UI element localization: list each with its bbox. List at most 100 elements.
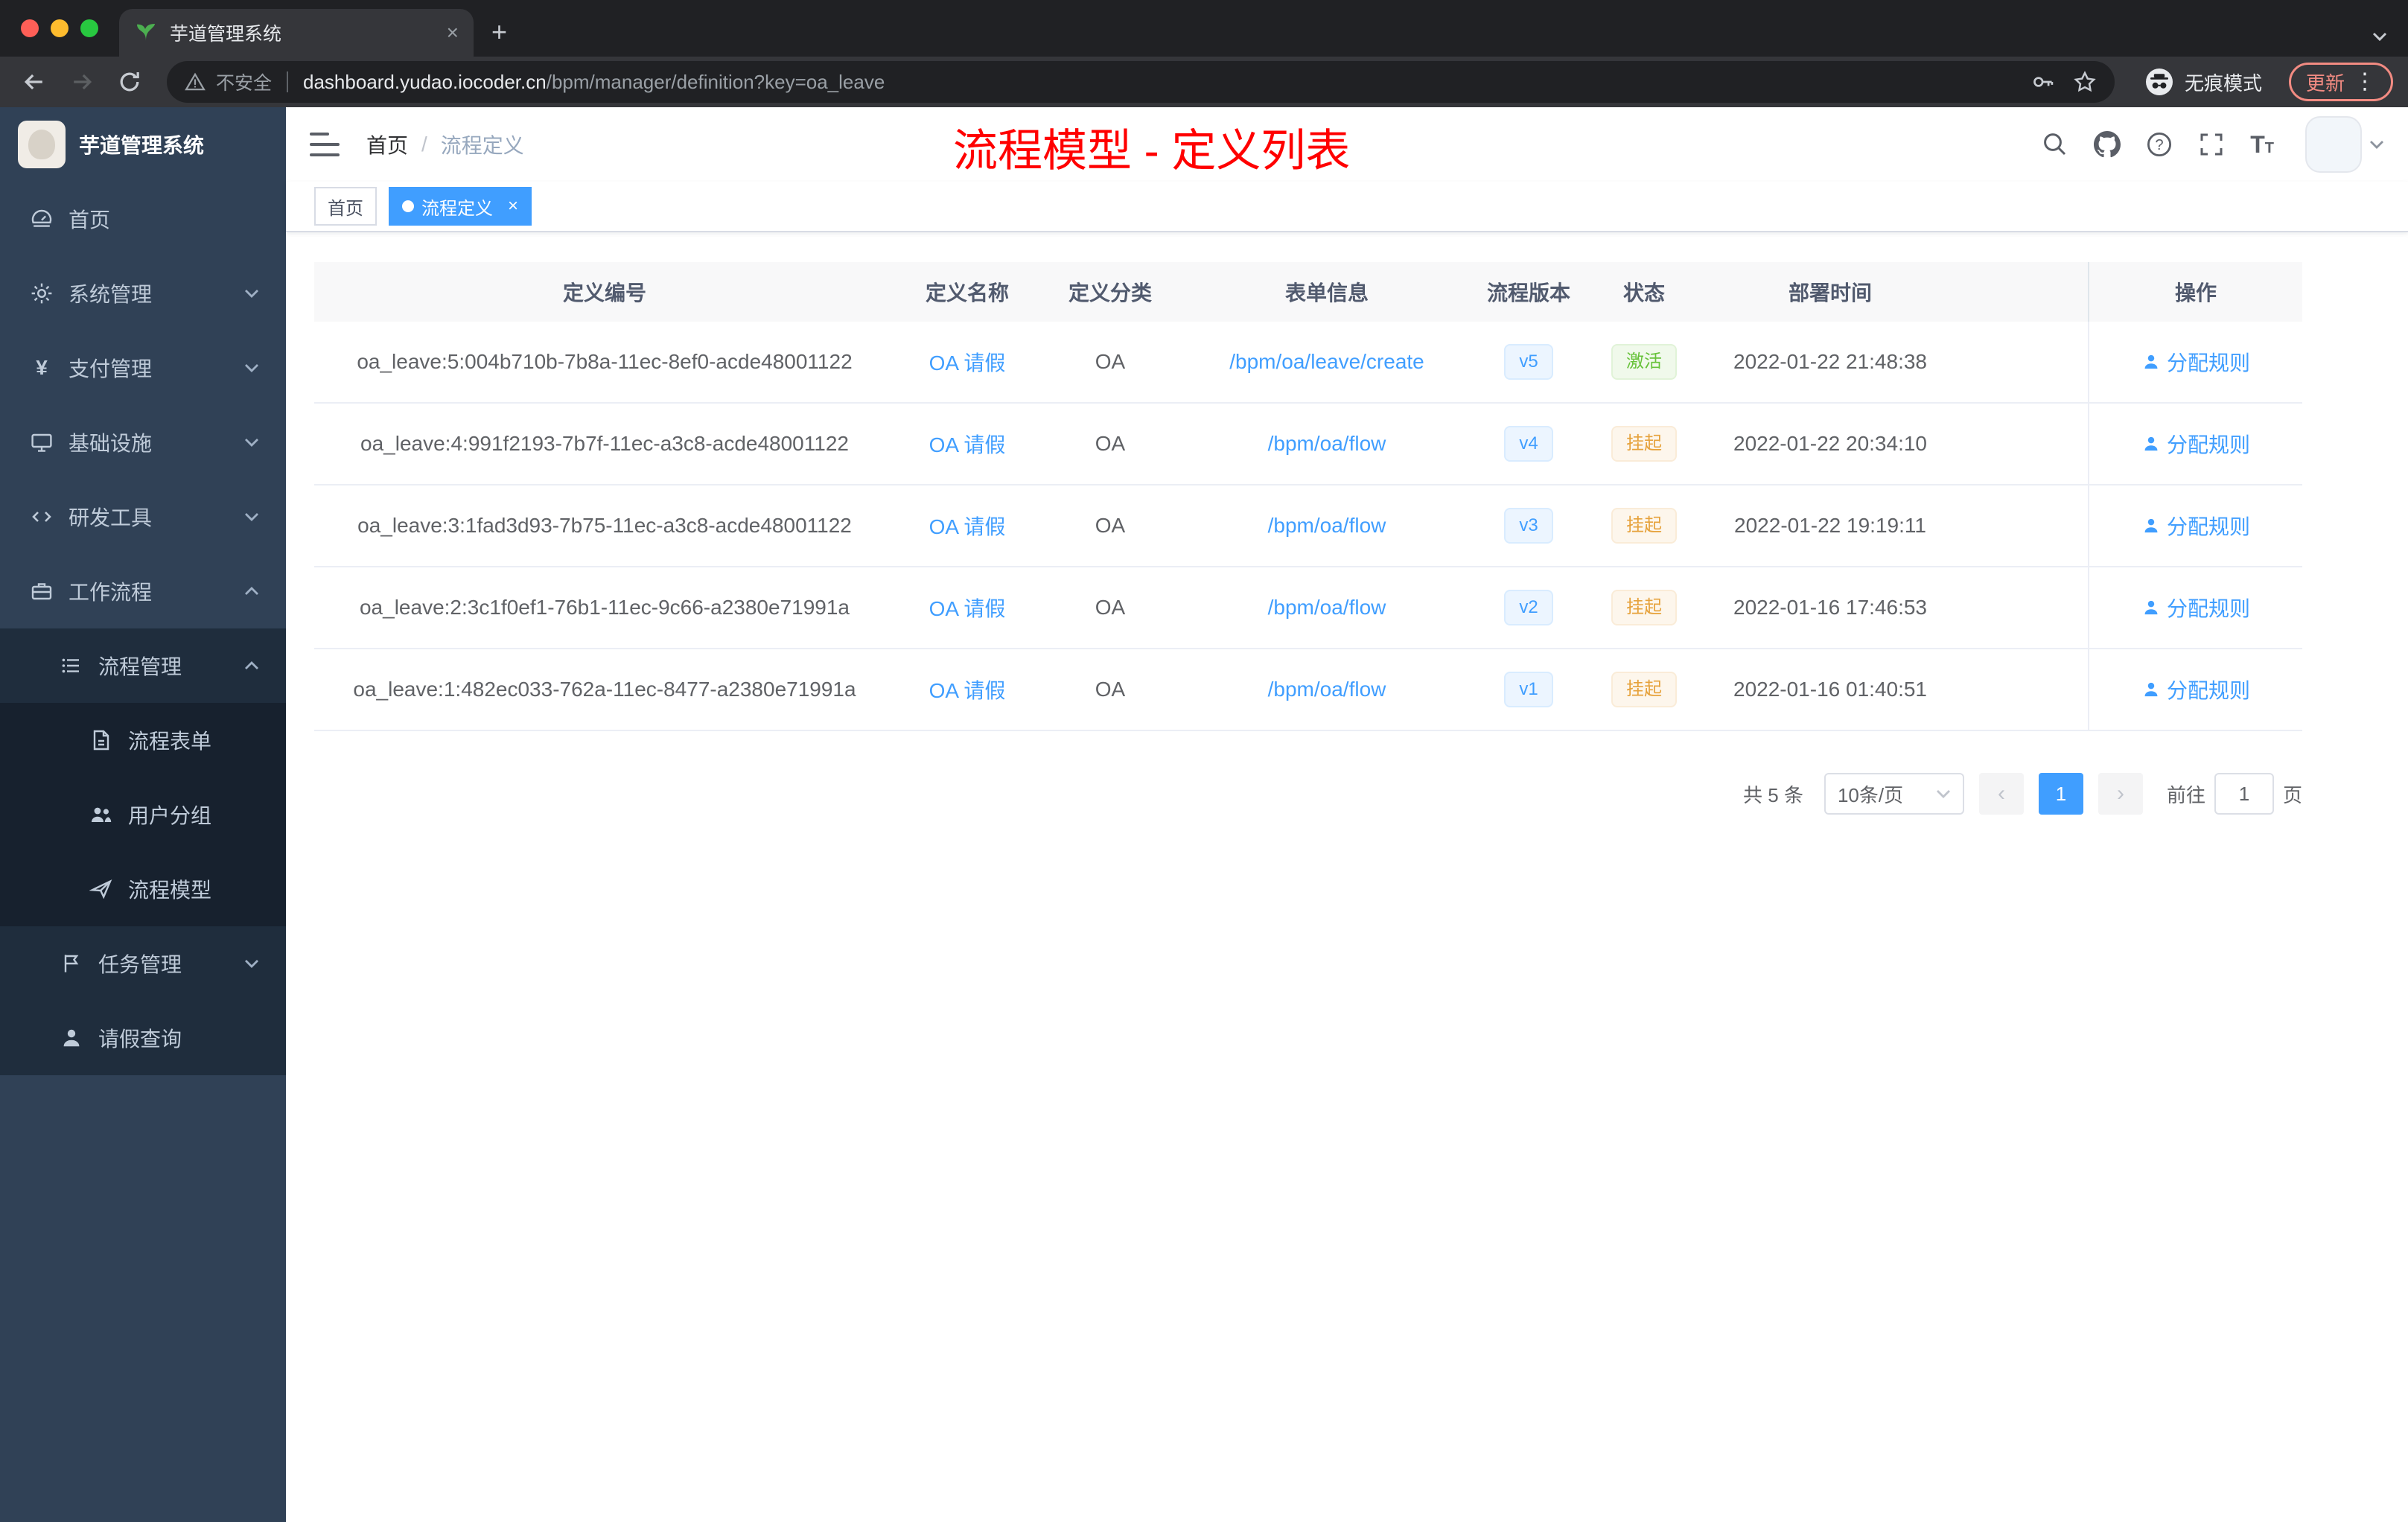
sidebar-toggle-icon[interactable] [310,133,340,156]
new-tab-button[interactable]: + [491,16,507,48]
main-area: 首页 / 流程定义 流程模型 - 定义列表 ? TT 首页 流程定义 × 定义编… [286,107,2408,1522]
assign-rule-label: 分配规则 [2166,515,2250,538]
tag-home[interactable]: 首页 [314,187,377,226]
page-1-button[interactable]: 1 [2038,773,2083,815]
chevron-up-icon [245,587,258,595]
sidebar-item-user-group[interactable]: 用户分组 [0,777,286,852]
sidebar-item-infrastructure[interactable]: 基础设施 [0,405,286,480]
form-link[interactable]: /bpm/oa/flow [1268,514,1386,538]
fullscreen-icon[interactable] [2198,131,2225,158]
sidebar-item-payment[interactable]: ¥ 支付管理 [0,331,286,405]
tab-close-icon[interactable]: × [447,22,459,43]
sidebar-item-leave-query[interactable]: 请假查询 [0,1001,286,1075]
cell-deploy-time: 2022-01-16 01:40:51 [1733,678,1927,701]
window-close-button[interactable] [21,19,39,37]
sidebar-item-task-management[interactable]: 任务管理 [0,926,286,1001]
sidebar-item-label: 首页 [69,208,111,232]
sidebar-item-label: 系统管理 [69,283,153,306]
assign-rule-button[interactable]: 分配规则 [2141,675,2250,704]
person-icon [63,1029,80,1047]
sidebar-logo[interactable]: 芋道管理系统 [0,107,286,182]
cell-form-info: /bpm/oa/flow [1181,432,1473,456]
definition-name-link[interactable]: OA 请假 [929,347,1006,377]
window-maximize-button[interactable] [80,19,98,37]
cell-deploy-time: 2022-01-22 20:34:10 [1733,432,1927,455]
cell-definition-id: oa_leave:5:004b710b-7b8a-11ec-8ef0-acde4… [357,350,853,373]
update-label: 更新 [2305,71,2345,95]
definition-name-link[interactable]: OA 请假 [929,593,1006,623]
cell-form-info: /bpm/oa/flow [1181,596,1473,620]
cell-definition-name: OA 请假 [895,429,1039,459]
search-icon[interactable] [2042,131,2068,158]
cell-deploy-time: 2022-01-22 21:48:38 [1733,350,1927,373]
address-bar[interactable]: 不安全 dashboard.yudao.iocoder.cn/bpm/manag… [167,61,2115,103]
cell-status: 激活 [1584,344,1704,380]
cell-actions: 分配规则 [2088,567,2302,648]
password-key-icon[interactable] [2031,70,2055,94]
form-link[interactable]: /bpm/oa/flow [1268,596,1386,620]
cell-actions: 分配规则 [2088,485,2302,566]
user-menu[interactable] [2305,116,2384,173]
form-link[interactable]: /bpm/oa/flow [1268,432,1386,456]
back-button[interactable] [15,63,54,101]
browser-menu-icon[interactable]: ⋮ [2354,71,2376,93]
col-process-version: 流程版本 [1486,281,1570,305]
assign-rule-button[interactable]: 分配规则 [2141,511,2250,541]
sidebar-item-process-management[interactable]: 流程管理 [0,628,286,703]
cell-deploy-time: 2022-01-22 19:19:11 [1734,514,1926,537]
cell-definition-category: OA [1095,596,1126,619]
table-row: oa_leave:3:1fad3d93-7b75-11ec-a3c8-acde4… [314,485,2302,567]
page-size-select[interactable]: 10条/页 [1823,773,1964,815]
assign-rule-button[interactable]: 分配规则 [2141,347,2250,377]
sidebar-item-process-model[interactable]: 流程模型 [0,852,286,926]
logo-title: 芋道管理系统 [79,134,205,157]
window-minimize-button[interactable] [51,19,69,37]
security-label[interactable]: 不安全 [216,69,272,95]
sidebar-item-system[interactable]: 系统管理 [0,256,286,331]
form-link[interactable]: /bpm/oa/leave/create [1229,350,1424,374]
sidebar-item-dev-tools[interactable]: 研发工具 [0,480,286,554]
tag-close-icon[interactable]: × [508,196,518,217]
definition-name-link[interactable]: OA 请假 [929,429,1006,459]
sidebar-item-workflow[interactable]: 工作流程 [0,554,286,628]
cell-status: 挂起 [1584,508,1704,544]
font-size-icon[interactable]: TT [2250,131,2274,159]
cell-form-info: /bpm/oa/flow [1181,678,1473,701]
bookmark-star-icon[interactable] [2073,70,2097,94]
forward-button[interactable] [63,63,101,101]
process-management-submenu: 流程表单 用户分组 流程模型 [0,703,286,926]
definition-name-link[interactable]: OA 请假 [929,675,1006,704]
top-navbar: 首页 / 流程定义 流程模型 - 定义列表 ? TT [286,107,2408,182]
assign-rule-button[interactable]: 分配规则 [2141,593,2250,623]
chevron-down-icon [245,439,258,447]
svg-text:?: ? [2156,137,2164,153]
person-icon [2144,518,2158,533]
monitor-icon [31,433,52,452]
tab-favicon-icon [137,24,155,42]
col-form-info: 表单信息 [1284,281,1369,305]
page-unit-label: 页 [2282,783,2302,806]
tab-search-chevron-icon[interactable] [2372,31,2387,42]
tag-process-definition[interactable]: 流程定义 × [389,187,532,226]
prev-page-button[interactable]: ‹ [1978,773,2024,815]
assign-rule-button[interactable]: 分配规则 [2141,429,2250,459]
not-secure-warning-icon [185,72,206,91]
reload-button[interactable] [110,63,149,101]
breadcrumb-home[interactable]: 首页 [366,130,408,159]
caret-down-icon [2370,141,2383,149]
next-page-button[interactable]: › [2098,773,2143,815]
form-link[interactable]: /bpm/oa/flow [1268,678,1386,701]
definition-name-link[interactable]: OA 请假 [929,511,1006,541]
avatar[interactable] [2305,116,2362,173]
help-icon[interactable]: ? [2146,131,2173,158]
sidebar-item-process-form[interactable]: 流程表单 [0,703,286,777]
version-badge: v1 [1504,672,1553,707]
person-icon [2144,436,2158,451]
browser-tab[interactable]: 芋道管理系统 × [119,9,474,57]
sidebar-item-home[interactable]: 首页 [0,182,286,256]
goto-page-input[interactable] [2214,773,2274,815]
logo-avatar [18,121,66,168]
assign-rule-label: 分配规则 [2166,433,2250,456]
browser-update-chip[interactable]: 更新 ⋮ [2288,63,2393,101]
github-icon[interactable] [2094,131,2121,158]
